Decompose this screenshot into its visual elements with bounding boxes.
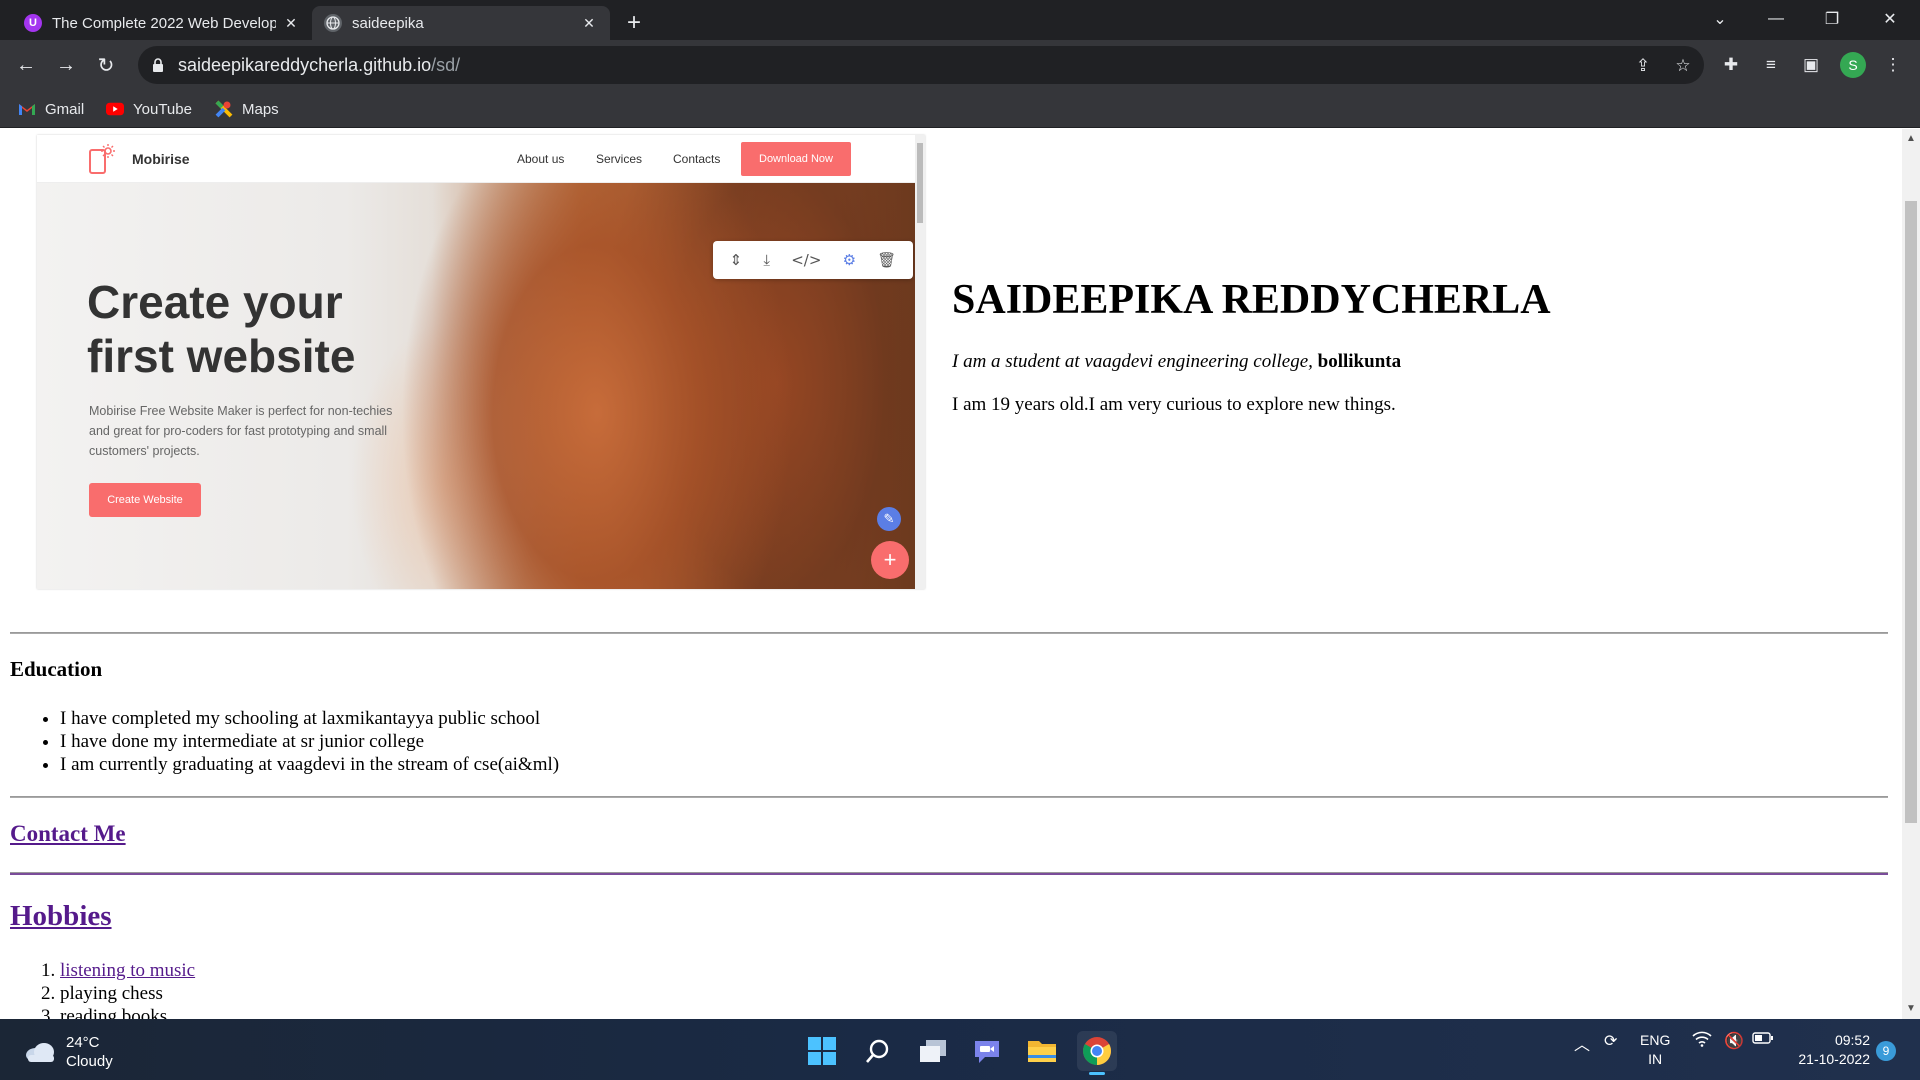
- trash-icon: 🗑: [877, 251, 897, 269]
- list-item: listening to music: [60, 959, 195, 982]
- divider: [10, 796, 1888, 798]
- close-tab-icon[interactable]: ✕: [580, 14, 598, 32]
- mobirise-logo-icon: [89, 144, 115, 174]
- block-editor-toolbar: ⇕ ⤓ </> ⚙ 🗑: [713, 241, 913, 279]
- hero-nav-about: About us: [517, 152, 565, 166]
- list-item: I am currently graduating at vaagdevi in…: [60, 753, 559, 776]
- maps-icon: [215, 100, 233, 118]
- share-icon[interactable]: ⇪: [1632, 55, 1654, 77]
- about-line: I am 19 years old.I am very curious to e…: [952, 394, 1396, 415]
- scroll-down-icon[interactable]: ▼: [1906, 1003, 1916, 1014]
- sync-icon[interactable]: ⟳: [1604, 1031, 1617, 1051]
- mobirise-navbar: Mobirise About us Services Contacts Down…: [37, 135, 915, 183]
- bookmark-star-icon[interactable]: ☆: [1672, 55, 1694, 77]
- divider: [10, 872, 1888, 875]
- tab-search-icon[interactable]: ⌄: [1702, 6, 1738, 32]
- volume-muted-icon[interactable]: 🔇: [1724, 1031, 1744, 1051]
- hero-nav-services: Services: [596, 152, 643, 166]
- reload-icon[interactable]: ↻: [92, 51, 120, 79]
- list-item: playing chess: [60, 982, 195, 1005]
- back-arrow-icon[interactable]: ←: [12, 51, 40, 79]
- bookmarks-bar: Gmail YouTube Maps: [0, 90, 1920, 128]
- profile-avatar[interactable]: S: [1840, 52, 1866, 78]
- pencil-icon: ✎: [877, 507, 901, 531]
- list-item: I have completed my schooling at laxmika…: [60, 707, 559, 730]
- windows-start-icon[interactable]: [802, 1031, 842, 1071]
- hobby-link-music[interactable]: listening to music: [60, 960, 195, 981]
- file-explorer-icon[interactable]: [1022, 1031, 1062, 1071]
- weather-widget[interactable]: 24°C Cloudy: [24, 1033, 113, 1071]
- browser-toolbar: ← → ↻ saideepikareddycherla.github.io/sd…: [0, 40, 1920, 90]
- tab-saideepika[interactable]: saideepika ✕: [312, 6, 610, 40]
- hobbies-link[interactable]: Hobbies: [10, 900, 112, 933]
- wifi-icon[interactable]: [1692, 1031, 1712, 1052]
- restore-button[interactable]: ❐: [1814, 6, 1850, 32]
- search-icon[interactable]: [858, 1031, 898, 1071]
- task-view-icon[interactable]: [913, 1031, 953, 1071]
- windows-taskbar: 24°C Cloudy ︿ ⟳ ENG IN 🔇 09:52 21-10-202…: [0, 1019, 1920, 1080]
- gear-icon: ⚙: [842, 251, 857, 269]
- tab-title: The Complete 2022 Web Developme: [52, 14, 276, 32]
- add-block-icon: +: [871, 541, 909, 579]
- minimize-button[interactable]: —: [1758, 6, 1794, 32]
- list-item: reading books: [60, 1005, 195, 1019]
- chevron-up-icon[interactable]: ︿: [1574, 1031, 1590, 1055]
- cloud-icon: [26, 1043, 54, 1062]
- more-menu-icon[interactable]: ⋮: [1880, 52, 1906, 78]
- contact-me-link[interactable]: Contact Me: [10, 821, 126, 847]
- hobbies-list: listening to music playing chess reading…: [60, 959, 195, 1019]
- bookmark-youtube[interactable]: YouTube: [106, 98, 192, 120]
- hero-create-website-button: Create Website: [89, 483, 201, 517]
- chrome-icon[interactable]: [1077, 1031, 1117, 1075]
- weather-temperature: 24°C: [66, 1034, 100, 1051]
- side-panel-icon[interactable]: ▣: [1798, 52, 1824, 78]
- battery-icon[interactable]: [1752, 1031, 1774, 1050]
- scroll-up-icon[interactable]: ▲: [1906, 133, 1916, 144]
- media-queue-icon[interactable]: ≡: [1758, 52, 1784, 78]
- hero-screenshot-image: Mobirise About us Services Contacts Down…: [37, 135, 925, 589]
- close-tab-icon[interactable]: ✕: [282, 14, 300, 32]
- move-icon: ⇕: [729, 251, 743, 269]
- education-heading: Education: [10, 657, 103, 681]
- notification-badge[interactable]: 9: [1876, 1041, 1896, 1061]
- globe-icon: [324, 14, 342, 32]
- hero-download-button: Download Now: [741, 142, 851, 176]
- new-tab-button[interactable]: +: [620, 9, 648, 37]
- mobirise-brand: Mobirise: [132, 151, 190, 167]
- intro-line: I am a student at vaagdevi engineering c…: [952, 351, 1402, 372]
- page-viewport[interactable]: Mobirise About us Services Contacts Down…: [0, 129, 1902, 1019]
- download-icon: ⤓: [763, 251, 771, 269]
- code-icon: </>: [791, 251, 822, 269]
- system-clock[interactable]: 09:52 21-10-2022: [1790, 1031, 1870, 1069]
- page-scrollbar[interactable]: ▲ ▼: [1902, 129, 1920, 1019]
- youtube-icon: [106, 102, 124, 116]
- gmail-icon: [18, 102, 36, 116]
- address-bar[interactable]: saideepikareddycherla.github.io/sd/ ⇪ ☆: [138, 46, 1704, 84]
- scrollbar-thumb[interactable]: [1905, 201, 1917, 823]
- forward-arrow-icon[interactable]: →: [52, 51, 80, 79]
- lock-icon: [153, 58, 163, 72]
- input-language[interactable]: ENG IN: [1640, 1031, 1670, 1069]
- hero-title: Create your first website: [87, 276, 356, 382]
- close-window-button[interactable]: ✕: [1872, 6, 1908, 32]
- hero-description: Mobirise Free Website Maker is perfect f…: [89, 404, 393, 458]
- list-item: I have done my intermediate at sr junior…: [60, 730, 559, 753]
- hero-nav-contacts: Contacts: [673, 152, 721, 166]
- divider: [10, 632, 1888, 634]
- page-title: SAIDEEPIKA REDDYCHERLA: [952, 277, 1551, 323]
- url-text[interactable]: saideepikareddycherla.github.io/sd/: [178, 55, 460, 76]
- hero-scrollbar: [915, 135, 925, 589]
- teams-chat-icon[interactable]: [967, 1031, 1007, 1071]
- bookmark-maps[interactable]: Maps: [215, 98, 279, 120]
- tab-strip: U The Complete 2022 Web Developme ✕ said…: [0, 0, 1920, 40]
- extensions-icon[interactable]: ✚: [1718, 52, 1744, 78]
- tab-udemy-course[interactable]: U The Complete 2022 Web Developme ✕: [12, 6, 312, 40]
- weather-condition: Cloudy: [66, 1053, 113, 1070]
- bookmark-gmail[interactable]: Gmail: [18, 98, 84, 120]
- udemy-icon: U: [24, 14, 42, 32]
- education-list: I have completed my schooling at laxmika…: [60, 707, 559, 776]
- tab-title: saideepika: [352, 14, 424, 32]
